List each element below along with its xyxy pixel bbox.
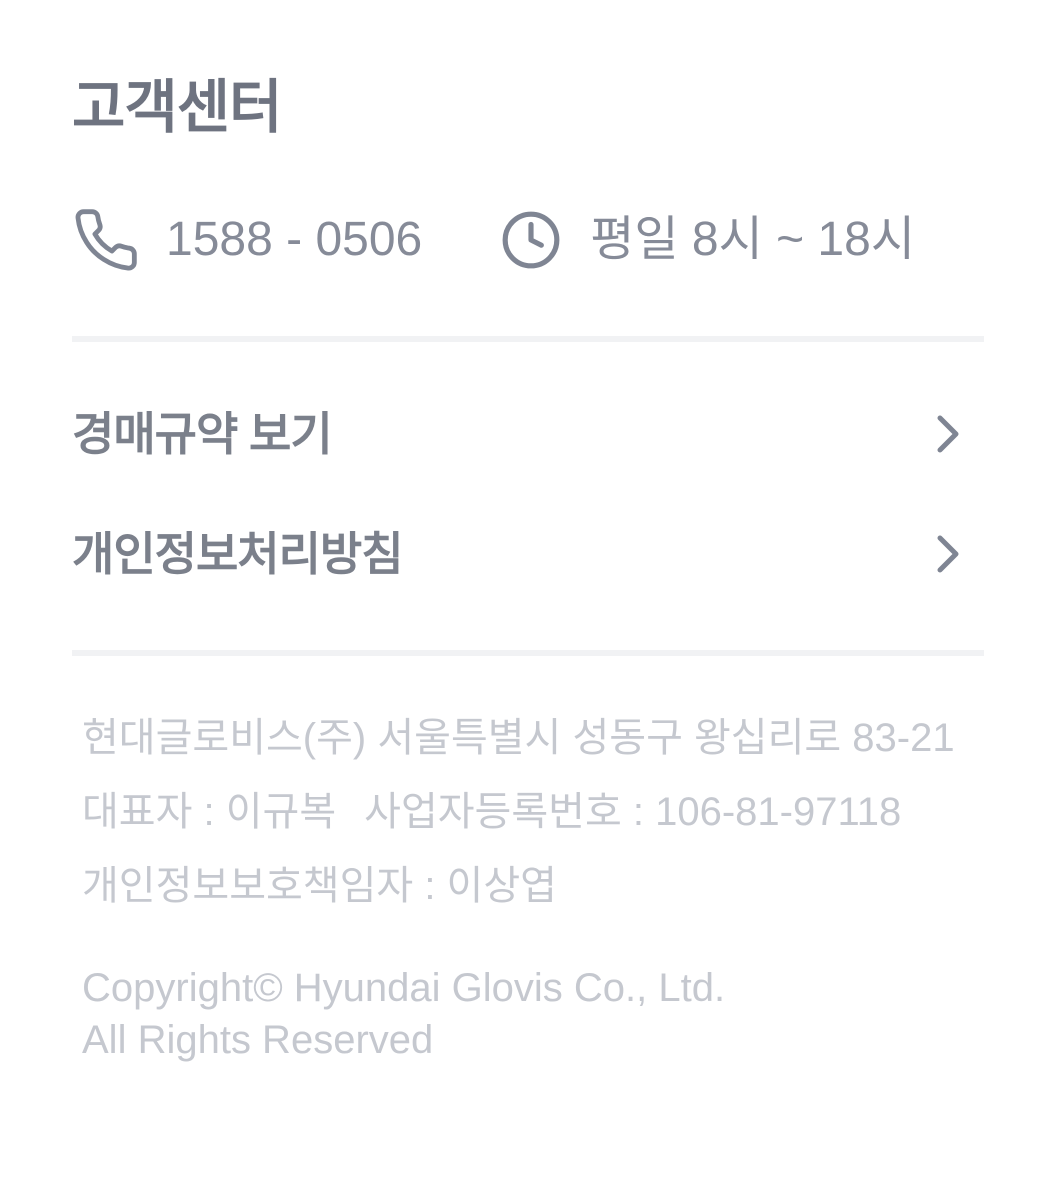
business-hours: 평일 8시 ~ 18시 [500, 209, 915, 271]
divider [72, 650, 984, 656]
divider [72, 336, 984, 342]
chevron-right-icon [937, 415, 959, 453]
clock-icon [502, 211, 560, 269]
contact-info: 1588 - 0506 평일 8시 ~ 18시 [72, 200, 915, 280]
phone-icon [75, 209, 137, 271]
rights-reserved-line: All Rights Reserved [82, 1018, 434, 1062]
business-hours-text: 평일 8시 ~ 18시 [590, 213, 915, 266]
phone-contact[interactable]: 1588 - 0506 [72, 206, 422, 274]
business-number: 사업자등록번호 : 106-81-97118 [364, 790, 902, 834]
ceo-name: 대표자 : 이규복 [82, 790, 337, 834]
auction-terms-label: 경매규약 보기 [72, 408, 333, 460]
privacy-policy-link[interactable]: 개인정보처리방침 [72, 514, 984, 594]
company-info: 현대글로비스(주) 서울특별시 성동구 왕십리로 83-21 대표자 : 이규복… [82, 706, 1012, 928]
privacy-policy-label: 개인정보처리방침 [72, 528, 404, 580]
auction-terms-link[interactable]: 경매규약 보기 [72, 394, 984, 474]
company-address: 현대글로비스(주) 서울특별시 성동구 왕십리로 83-21 [82, 716, 955, 760]
phone-number: 1588 - 0506 [166, 213, 423, 266]
company-registration: 대표자 : 이규복 사업자등록번호 : 106-81-97118 [82, 780, 1012, 854]
copyright: Copyright© Hyundai Glovis Co., Ltd. All … [82, 962, 725, 1066]
copyright-line: Copyright© Hyundai Glovis Co., Ltd. [82, 966, 726, 1010]
chevron-right-icon [937, 535, 959, 573]
section-title: 고객센터 [72, 75, 282, 140]
privacy-officer: 개인정보보호책임자 : 이상엽 [82, 864, 557, 908]
